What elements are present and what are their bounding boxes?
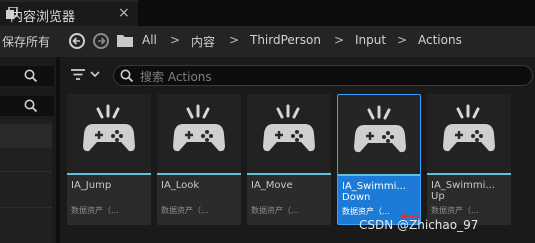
back-button[interactable] [69,33,85,49]
sources-panel [0,57,58,243]
breadcrumb-separator[interactable]: > [397,33,407,47]
breadcrumb-separator[interactable]: > [170,33,180,47]
search-icon [24,99,38,113]
asset-name-line2: Down [342,192,371,203]
arrow-right-icon [98,37,106,45]
folder-tree[interactable] [0,119,52,243]
breadcrumb-input[interactable]: Input [355,33,386,47]
tab-bar: 内容浏览器 × [0,0,535,26]
gamepad-icon [354,105,406,153]
breadcrumb-content[interactable]: 内容 [191,33,215,50]
search-icon [120,69,134,83]
close-icon[interactable]: × [118,5,130,21]
asset-name: IA_Jump [71,180,112,191]
breadcrumb-all[interactable]: All [142,33,157,47]
forward-button[interactable] [93,33,109,49]
asset-name: IA_Swimmi... [431,180,495,191]
folder-icon[interactable] [117,34,133,47]
breadcrumb-actions[interactable]: Actions [418,33,462,47]
sources-search-row[interactable] [0,66,54,86]
folder-tree-selected-item[interactable] [0,124,52,148]
asset-thumbnail [157,94,241,173]
breadcrumb-thirdperson[interactable]: ThirdPerson [250,33,321,47]
breadcrumb-separator[interactable]: > [334,33,344,47]
search-placeholder: 搜索 Actions [140,70,212,84]
arrow-left-icon [72,37,80,45]
asset-tile[interactable]: IA_Look 数据资产（... [157,94,241,225]
filter-button[interactable] [70,67,104,83]
asset-type-label: 数据资产（... [342,207,390,216]
asset-type-label: 数据资产（... [71,206,119,215]
breadcrumb-separator[interactable]: > [229,33,239,47]
asset-type-bar [427,173,511,175]
divider [0,171,52,172]
tab-content-browser[interactable]: 内容浏览器 × [0,0,138,26]
search-icon [24,69,38,83]
gamepad-icon [443,104,495,152]
asset-thumbnail [247,94,331,173]
asset-name: IA_Look [161,180,200,191]
asset-type-label: 数据资产（... [251,206,299,215]
gamepad-icon [173,104,225,152]
asset-tile[interactable]: IA_Swimmi... Up 数据资产（... [427,94,511,225]
asset-thumbnail [338,95,420,174]
collections-search-row[interactable] [0,96,54,116]
asset-name-line2: Up [431,191,445,202]
gamepad-icon [83,104,135,152]
toolbar: 保存所有 All > 内容 > ThirdPerson > Input > Ac… [0,26,535,57]
asset-tile[interactable]: IA_Jump 数据资产（... [67,94,151,225]
filter-icon [71,69,100,80]
save-all-button[interactable]: 保存所有 [2,33,50,50]
search-input[interactable]: 搜索 Actions [113,65,533,86]
asset-type-bar [67,173,151,175]
gamepad-icon [263,104,315,152]
asset-name: IA_Swimmi... [342,181,406,192]
asset-type-bar [247,173,331,175]
divider [0,207,52,208]
tab-title: 内容浏览器 [10,10,76,25]
asset-type-bar [338,174,420,176]
asset-thumbnail [427,94,511,173]
asset-name: IA_Move [251,180,293,191]
asset-tile[interactable]: IA_Move 数据资产（... [247,94,331,225]
asset-view: 搜索 Actions IA_Jump 数据资产（... IA_Look 数据资产… [60,57,535,243]
asset-type-label: 数据资产（... [431,206,479,215]
asset-type-label: 数据资产（... [161,206,209,215]
asset-thumbnail [67,94,151,173]
asset-type-bar [157,173,241,175]
asset-tile-selected[interactable]: IA_Swimmi... Down 数据资产（... [337,94,421,225]
watermark: CSDN @Zhichao_97 [359,218,479,232]
